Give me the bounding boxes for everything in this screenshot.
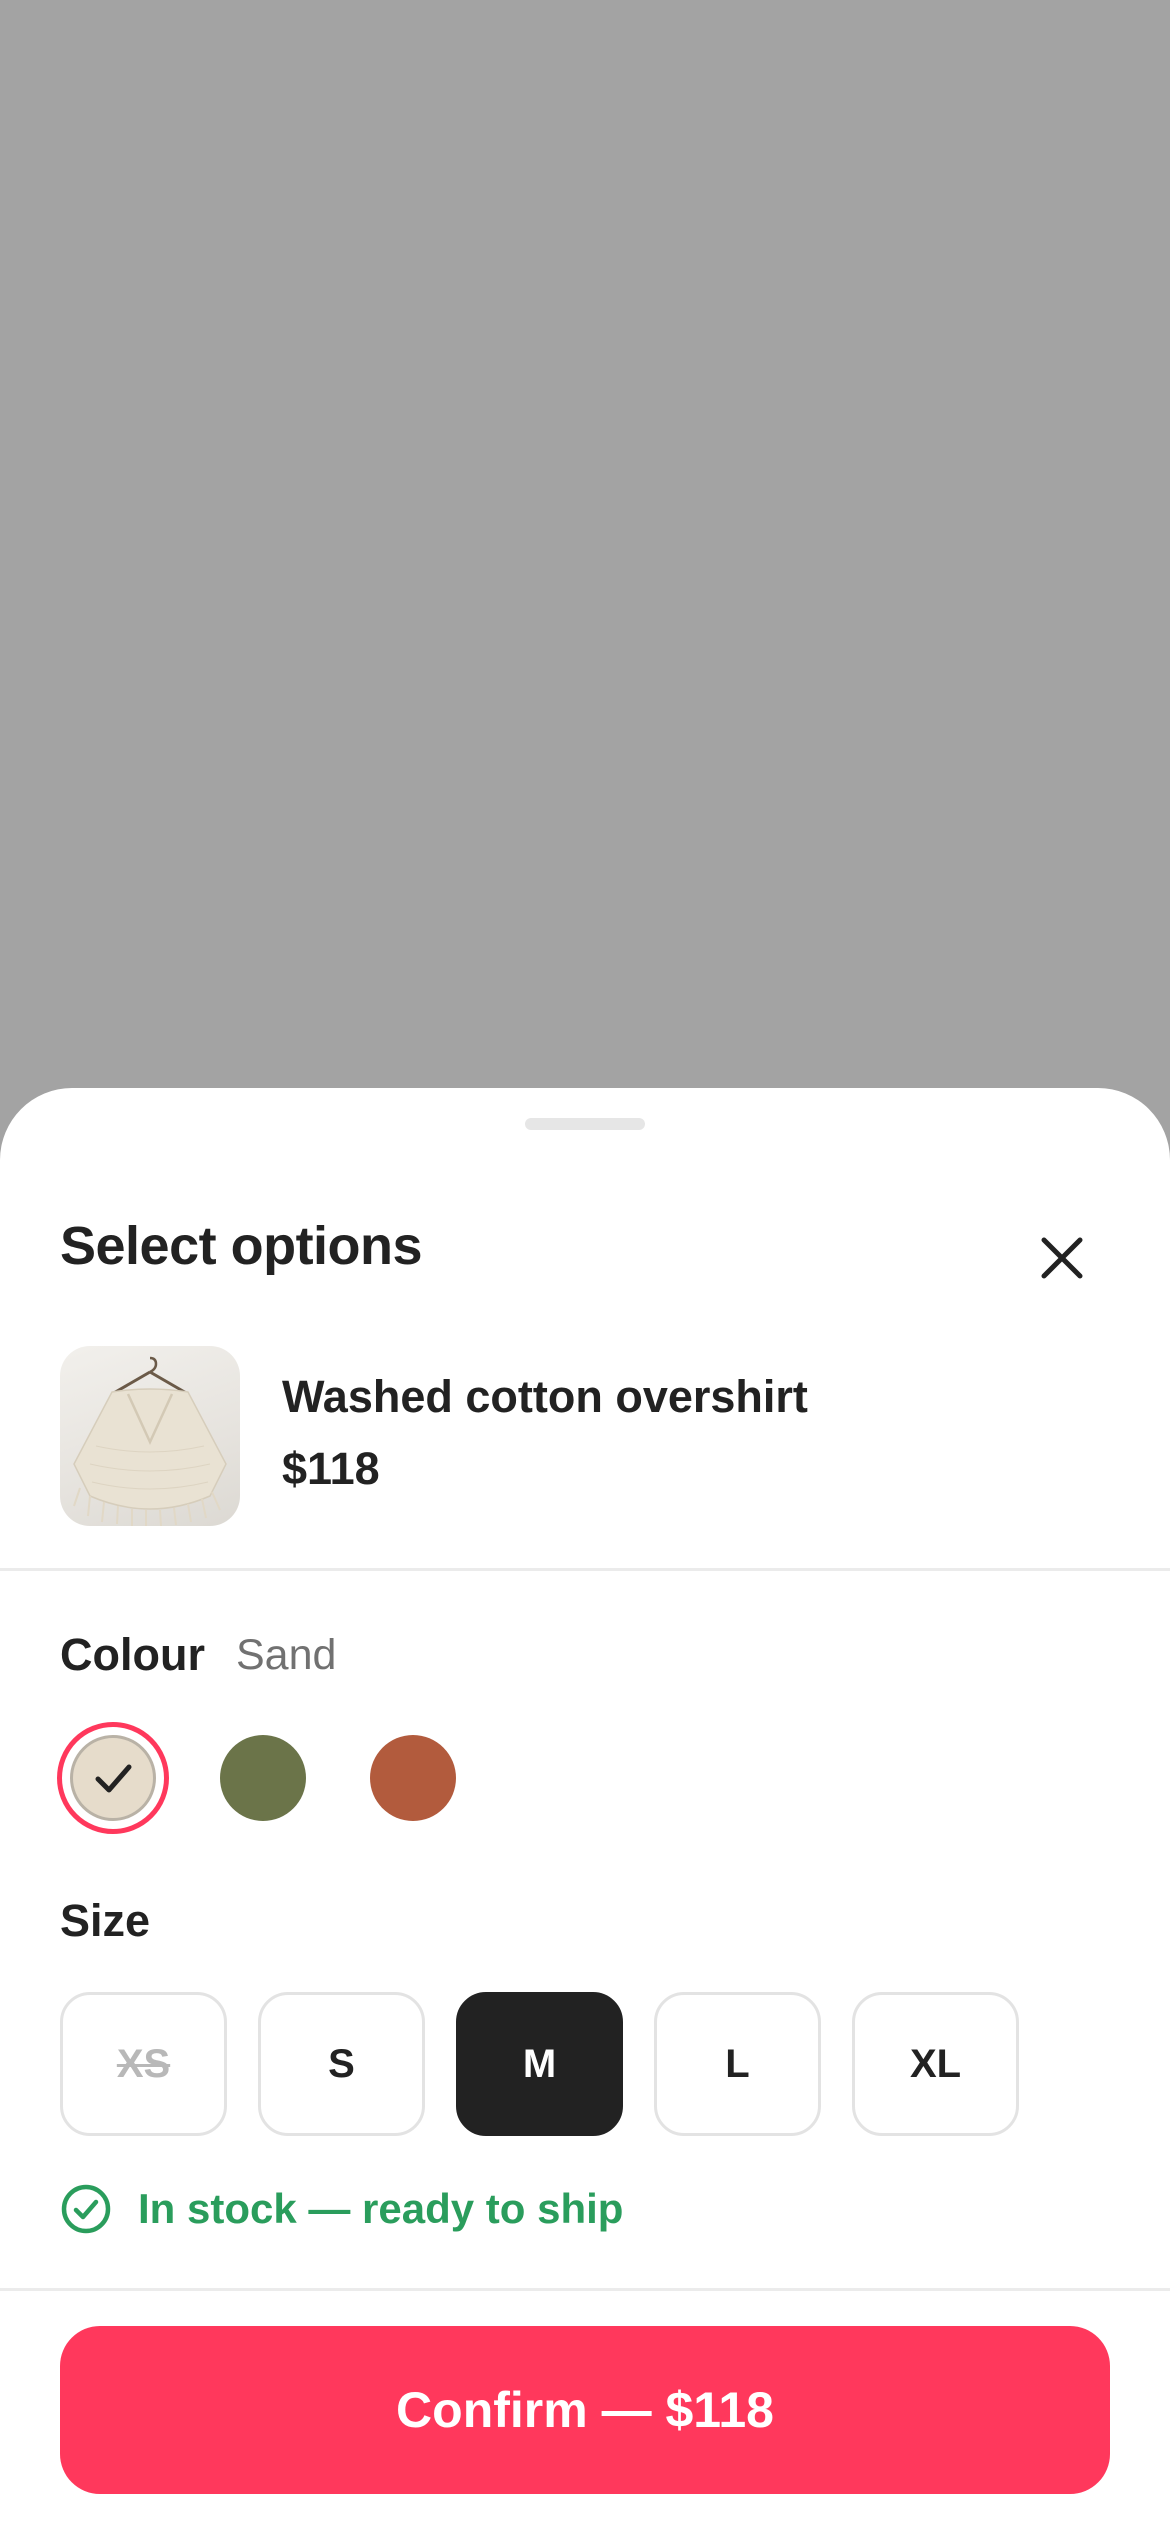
colour-swatch-fill <box>70 1735 156 1821</box>
size-option-m[interactable]: M <box>456 1992 623 2136</box>
stock-status-text: In stock — ready to ship <box>138 2185 624 2232</box>
product-name: Washed cotton overshirt <box>282 1371 808 1422</box>
product-thumbnail <box>60 1346 240 1526</box>
footer-divider <box>0 2288 1170 2291</box>
colour-section-label: Colour <box>60 1629 205 1680</box>
close-button[interactable] <box>1022 1218 1102 1298</box>
colour-swatch-olive[interactable] <box>220 1735 306 1821</box>
selected-colour-name: Sand <box>236 1631 337 1679</box>
check-circle-icon <box>61 2184 111 2234</box>
close-icon <box>1041 1237 1083 1279</box>
options-bottom-sheet: Select options Washed cotton overshirt $… <box>0 1088 1170 2532</box>
sheet-grabber-handle[interactable] <box>525 1118 645 1130</box>
size-option-s[interactable]: S <box>258 1992 425 2136</box>
sheet-title: Select options <box>60 1216 423 1276</box>
stock-status: In stock — ready to ship <box>60 2182 623 2236</box>
size-option-l[interactable]: L <box>654 1992 821 2136</box>
size-section-label: Size <box>60 1895 151 1946</box>
colour-swatch-sand[interactable] <box>57 1722 169 1834</box>
confirm-button[interactable]: Confirm — $118 <box>60 2326 1110 2494</box>
product-price: $118 <box>282 1443 380 1494</box>
product-summary: Washed cotton overshirt $118 <box>60 1346 1110 1526</box>
size-option-xl[interactable]: XL <box>852 1992 1019 2136</box>
checkmark-icon <box>95 1764 132 1793</box>
section-divider <box>0 1568 1170 1571</box>
size-option-xs: XS <box>60 1992 227 2136</box>
colour-swatch-rust[interactable] <box>370 1735 456 1821</box>
